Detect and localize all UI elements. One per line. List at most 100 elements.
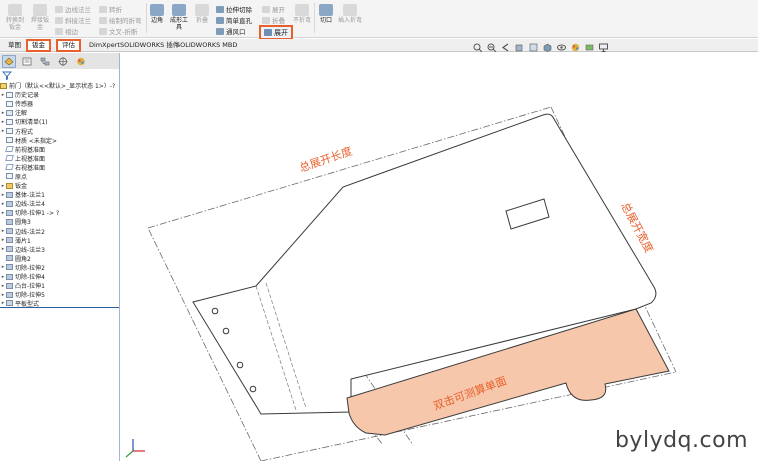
feature-icon [6,191,13,198]
tab-sheet-metal[interactable]: 钣金 [26,39,51,52]
monitor-icon[interactable] [599,43,608,52]
tree-item[interactable]: ▸ 切割清单(1) [0,117,119,126]
command-manager-ribbon: 转换到钣金 焊接钣金 边线法兰 斜接法兰 褶边 转折 绘制的折弯 文叉-折断 边… [0,0,758,40]
tree-item-label: 平板型式 [15,300,40,308]
tab-sketch[interactable]: 草图 [4,40,25,51]
tree-root-part[interactable]: 前门（默认<<默认>_显示状态 1>）-? [0,81,119,90]
filter-icon[interactable] [2,71,12,80]
feature-manager-icon[interactable] [2,54,16,68]
insert-bends-icon [343,4,357,16]
tree-item[interactable]: ▸ 薄片1 [0,236,119,245]
watermark-text: bylydq.com [614,428,748,453]
tree-item-label: 圆角2 [15,255,31,263]
no-bends-button[interactable]: 不折弯 [291,4,313,24]
fold-button[interactable]: 折叠 [192,4,212,24]
feature-tree: 前门（默认<<默认>_显示状态 1>）-? ▸ 历史记录 传感器 ▸ 注解 ▸ 切割清单(1… [0,81,119,309]
flat-pattern-icon [6,300,13,307]
tree-item[interactable]: 右视基准面 [0,163,119,172]
tree-item-label: 基体-法兰1 [15,192,45,200]
tree-item[interactable]: 材质 <未指定> [0,136,119,145]
tree-item-label: 前视基准面 [15,146,46,154]
dimxpert-icon[interactable] [56,55,70,68]
display-style-icon[interactable] [543,43,552,52]
hem-button[interactable]: 褶边 [55,26,78,36]
edge-flange-icon [55,5,63,13]
rip-button[interactable]: 切口 [316,4,336,24]
model-viewport[interactable]: 总展开长度 总展开宽度 双击可测算单面 [121,53,758,461]
part-icon [0,82,7,89]
view-orientation-icon[interactable] [529,43,538,52]
tree-item[interactable]: 圆角3 [0,217,119,226]
tree-item[interactable]: 前视基准面 [0,145,119,154]
corners-button[interactable]: 边角 [148,4,166,24]
tree-item[interactable]: ▸ 切除-拉伸1 -> ? [0,208,119,217]
fold-icon [195,4,209,16]
tree-item[interactable]: ▸ 凸台-拉伸1 [0,281,119,290]
hole[interactable] [236,361,244,369]
tree-item-label: 圆角3 [15,219,31,227]
welded-sheet-metal-button[interactable]: 焊接钣金 [29,4,51,31]
hide-show-icon[interactable] [557,43,566,52]
miter-flange-button[interactable]: 斜接法兰 [55,15,91,25]
tree-item[interactable]: ▸ 基体-法兰1 [0,190,119,199]
plane-icon [5,155,14,162]
tree-item[interactable]: ▸ 边线-法兰3 [0,245,119,254]
edge-flange-button[interactable]: 边线法兰 [55,4,91,14]
tab-solidworks-mbd[interactable]: SOLIDWORKS MBD [172,40,241,51]
tree-item[interactable]: ▸ 平板型式 [0,299,119,309]
graphics-area[interactable]: 总展开长度 总展开宽度 双击可测算单面 [121,53,758,461]
cross-break-button[interactable]: 文叉-折断 [99,26,137,36]
equation-icon [6,128,13,135]
configuration-manager-icon[interactable] [38,55,52,68]
tree-item[interactable]: ▸ 历史记录 [0,90,119,99]
tree-item[interactable]: 传感器 [0,99,119,108]
history-icon [6,91,13,98]
simple-hole-button[interactable]: 简单直孔 [216,15,252,25]
tree-item[interactable]: ▸ 钣金 [0,181,119,190]
fold-small-button[interactable]: 折叠 [262,15,285,25]
feature-icon [6,282,13,289]
tree-item[interactable]: ▸ 边线-法兰2 [0,227,119,236]
jog-button[interactable]: 转折 [99,4,122,14]
zoom-fit-icon[interactable] [473,43,482,52]
tree-item[interactable]: 原点 [0,172,119,181]
tree-item[interactable]: ▸ 方程式 [0,126,119,136]
hole[interactable] [211,307,219,315]
feature-icon [6,209,13,216]
material-icon [6,137,13,144]
tree-items: ▸ 历史记录 传感器 ▸ 注解 ▸ 切割清单(1) ▸ 方程式 材质 <未指定> 前视基准面 上视基准… [0,90,119,309]
insert-bends-button[interactable]: 插入折弯 [338,4,362,24]
vent-button[interactable]: 通风口 [216,26,246,36]
previous-view-icon[interactable] [501,43,510,52]
feature-icon [6,237,13,244]
tree-item[interactable]: ▸ 切除-拉伸4 [0,272,119,281]
heads-up-view-toolbar [473,43,608,52]
display-manager-icon[interactable] [74,55,88,68]
forming-tool-button[interactable]: 成形工具 [168,4,190,31]
property-manager-icon[interactable] [20,55,34,68]
sheet-metal-icon [6,182,13,189]
hole[interactable] [249,385,257,393]
appearance-icon[interactable] [571,43,580,52]
tree-item-label: 边线-法兰3 [15,246,45,254]
feature-icon [6,291,13,298]
extruded-cut-button[interactable]: 拉伸切除 [216,4,252,14]
tree-item[interactable]: ▸ 切除-拉伸2 [0,263,119,272]
convert-to-sheet-metal-button[interactable]: 转换到钣金 [4,4,26,31]
extruded-cut-icon [216,5,224,13]
zoom-area-icon[interactable] [487,43,496,52]
tab-evaluate[interactable]: 评估 [56,39,81,52]
tree-item[interactable]: ▸ 边线-法兰4 [0,199,119,208]
hole[interactable] [222,327,230,335]
tree-item[interactable]: 圆角2 [0,254,119,263]
annotation-icon [6,109,13,116]
unfold-small-button[interactable]: 展开 [262,4,285,14]
flatten-icon [264,29,272,36]
tree-item[interactable]: 上视基准面 [0,154,119,163]
scene-icon[interactable] [585,43,594,52]
sketched-bend-button[interactable]: 绘制的折弯 [99,15,142,25]
flatten-button[interactable]: 展开 [259,25,293,40]
weld-icon [33,4,47,16]
tree-item[interactable]: ▸ 注解 [0,108,119,117]
section-view-icon[interactable] [515,43,524,52]
